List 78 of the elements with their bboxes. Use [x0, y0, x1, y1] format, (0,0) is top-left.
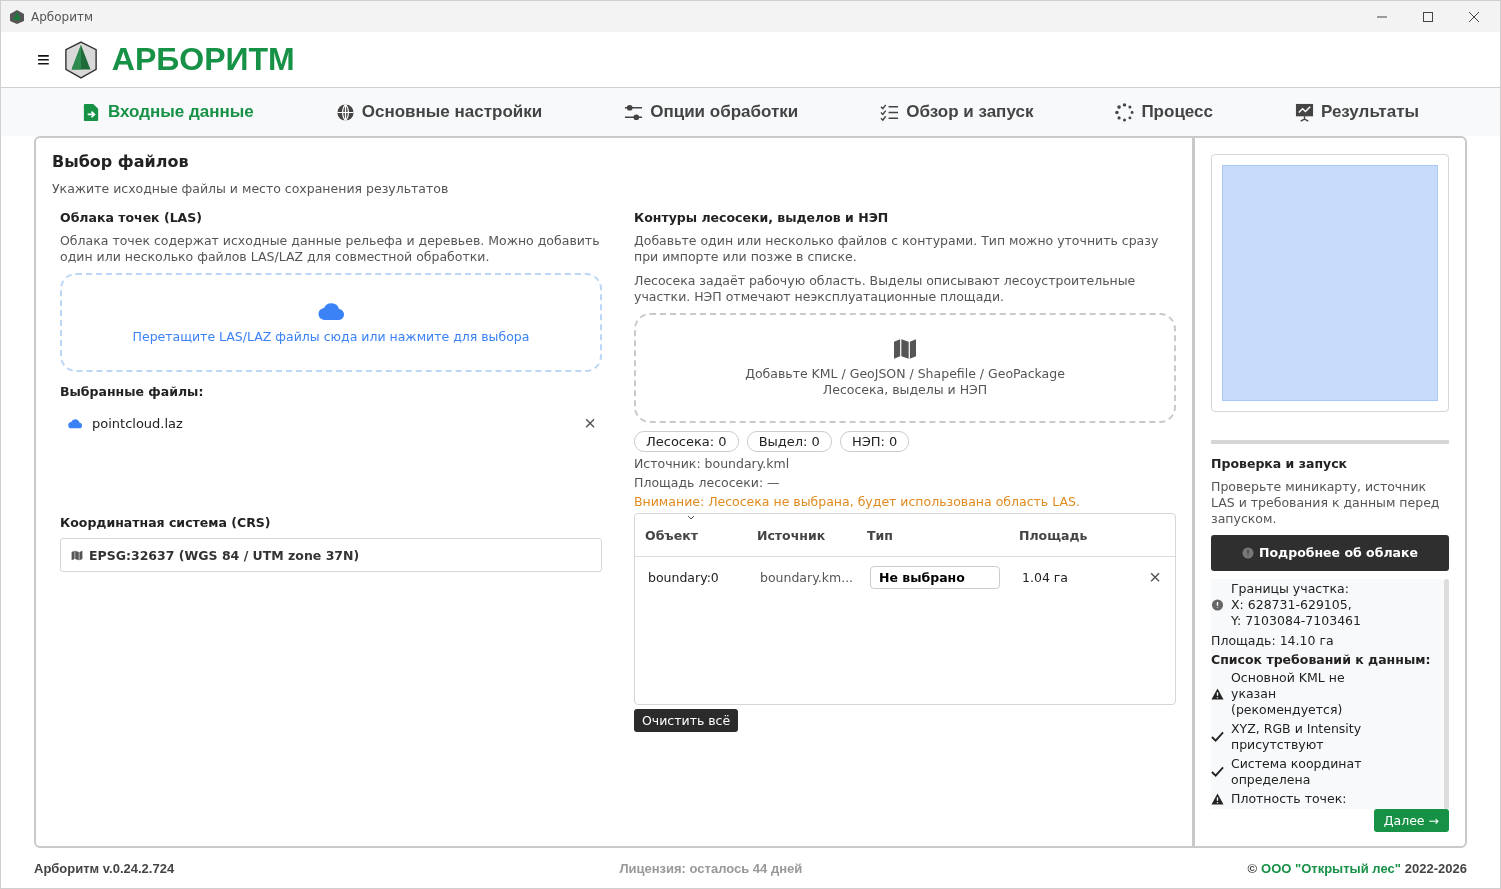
- version-text: Арборитм v.0.24.2.724: [34, 860, 175, 876]
- page-subtitle: Укажите исходные файлы и место сохранения результатов: [52, 181, 450, 196]
- contours-dropzone[interactable]: Добавьте KML / GeoJSON / Shapefile / GeoPackage Лесосека, выделы и НЭП: [634, 313, 1176, 423]
- dropzone-text: Лесосека, выделы и НЭП: [822, 382, 988, 398]
- file-name: pointcloud.laz: [92, 415, 184, 431]
- requirements-title: Список требований к данным:: [1211, 651, 1432, 667]
- section-title: Координатная система (CRS): [60, 515, 272, 530]
- bounds-text: Границы участка:: [1231, 580, 1350, 597]
- globe-icon: [335, 102, 355, 122]
- dropzone-text: Добавьте KML / GeoJSON / Shapefile / GeoPackage: [745, 366, 1065, 382]
- sort-caret-icon: [687, 515, 695, 520]
- logo-icon: [63, 40, 98, 79]
- next-button[interactable]: Далее →: [1373, 809, 1449, 832]
- selected-files-title: Выбранные файлы:: [60, 384, 205, 399]
- column-header[interactable]: Источник: [757, 527, 867, 543]
- copyright-years: 2022-2026: [1404, 860, 1467, 876]
- column-header[interactable]: Объект: [645, 527, 757, 543]
- counter-chip: Лесосека: 0: [634, 431, 739, 452]
- copyright-sign: ©: [1247, 860, 1258, 876]
- tab[interactable]: Входные данные: [76, 98, 260, 126]
- section-title: Облака точек (LAS): [60, 210, 203, 225]
- section-description: Облака точек содержат исходные данные рельефа и деревьев. Можно добавить один или несколько файлов LAS/LAZ для совместной обработки.: [60, 233, 601, 265]
- menu-button[interactable]: ≡: [37, 46, 50, 73]
- area-text: Площадь лесосеки: —: [634, 475, 781, 490]
- las-dropzone[interactable]: Перетащите LAS/LAZ файлы сюда или нажмите для выбора: [60, 273, 602, 372]
- type-select[interactable]: Не выбрано: [870, 565, 1000, 589]
- requirement-text: Система координат определена: [1231, 755, 1363, 788]
- section-note: Лесосека задаёт рабочую область. Выделы описывают лесоустроительные участки. НЭП отмечают неэксплуатационные площади.: [634, 273, 1137, 305]
- map-icon: [892, 338, 918, 360]
- close-icon[interactable]: [1468, 10, 1480, 23]
- table-cell-text: 1.04 га: [1022, 569, 1070, 585]
- dropzone-text: Перетащите LAS/LAZ файлы сюда или нажмите для выбора: [132, 329, 530, 344]
- sidebar-title: Проверка и запуск: [1211, 456, 1349, 472]
- maximize-icon[interactable]: [1422, 10, 1434, 23]
- clear-all-button[interactable]: Очистить всё: [634, 709, 739, 732]
- company-link[interactable]: ООО "Открытый лес": [1261, 860, 1401, 876]
- section-title: Контуры лесосеки, выделов и НЭП: [634, 210, 890, 225]
- remove-button[interactable]: ×: [1149, 569, 1161, 585]
- warning-text: Внимание: Лесосека не выбрана, будет использована область LAS.: [634, 494, 1081, 509]
- source-text: Источник: boundary.kml: [634, 456, 791, 471]
- check-icon: [1211, 730, 1224, 743]
- bounds-text: X: 628731-629105,: [1231, 596, 1353, 613]
- section-description: Добавьте один или несколько файлов с контурами. Тип можно уточнить сразу при импорте или позже в списке.: [634, 233, 1160, 265]
- tab[interactable]: Процесс: [1109, 98, 1219, 126]
- cloud-icon: [318, 301, 344, 321]
- bounds-text: Y: 7103084-7103461: [1231, 612, 1361, 629]
- check-icon: [1211, 765, 1224, 778]
- sidebar-description: Проверьте миникарту, источник LAS и требования к данным перед запуском.: [1211, 479, 1441, 528]
- tab[interactable]: Результаты: [1288, 98, 1425, 126]
- requirement-text: Плотность точек:: [1231, 790, 1348, 807]
- counter-chip: Выдел: 0: [746, 431, 832, 452]
- counter-chip: НЭП: 0: [839, 431, 910, 452]
- sliders-icon: [624, 102, 644, 122]
- info-icon: [1242, 546, 1255, 559]
- area-text: Площадь: 14.10 га: [1211, 632, 1335, 648]
- presentation-icon: [1294, 102, 1314, 122]
- table-cell-text: boundary:0: [648, 569, 720, 585]
- tab[interactable]: Обзор и запуск: [874, 98, 1040, 126]
- requirement-text: Основной KML не указан (рекомендуется): [1231, 669, 1346, 718]
- checklist-icon: [880, 102, 900, 122]
- column-header[interactable]: Тип: [867, 527, 1019, 543]
- tab[interactable]: Основные настройки: [329, 98, 549, 126]
- page-title: Выбор файлов: [52, 152, 190, 171]
- cloud-details-button[interactable]: Подробнее об облаке: [1211, 535, 1449, 571]
- requirement-text: XYZ, RGB и Intensity присутствуют: [1231, 720, 1363, 753]
- logo-text: АРБОРИТМ: [111, 41, 295, 78]
- tab[interactable]: Опции обработки: [618, 98, 805, 126]
- map-icon: [71, 549, 83, 561]
- file-icon: [82, 102, 101, 122]
- spinner-icon: [1115, 102, 1135, 122]
- remove-button[interactable]: ×: [584, 415, 596, 431]
- app-icon: [9, 8, 25, 25]
- crs-field[interactable]: EPSG:32637 (WGS 84 / UTM zone 37N): [60, 538, 602, 572]
- cloud-icon: [68, 417, 82, 429]
- column-header[interactable]: Площадь: [1019, 527, 1088, 543]
- table-cell-text: boundary.km...: [760, 569, 855, 585]
- window-title: Арборитм: [31, 9, 94, 24]
- license-text: Лицензия: осталось 44 дней: [619, 860, 803, 876]
